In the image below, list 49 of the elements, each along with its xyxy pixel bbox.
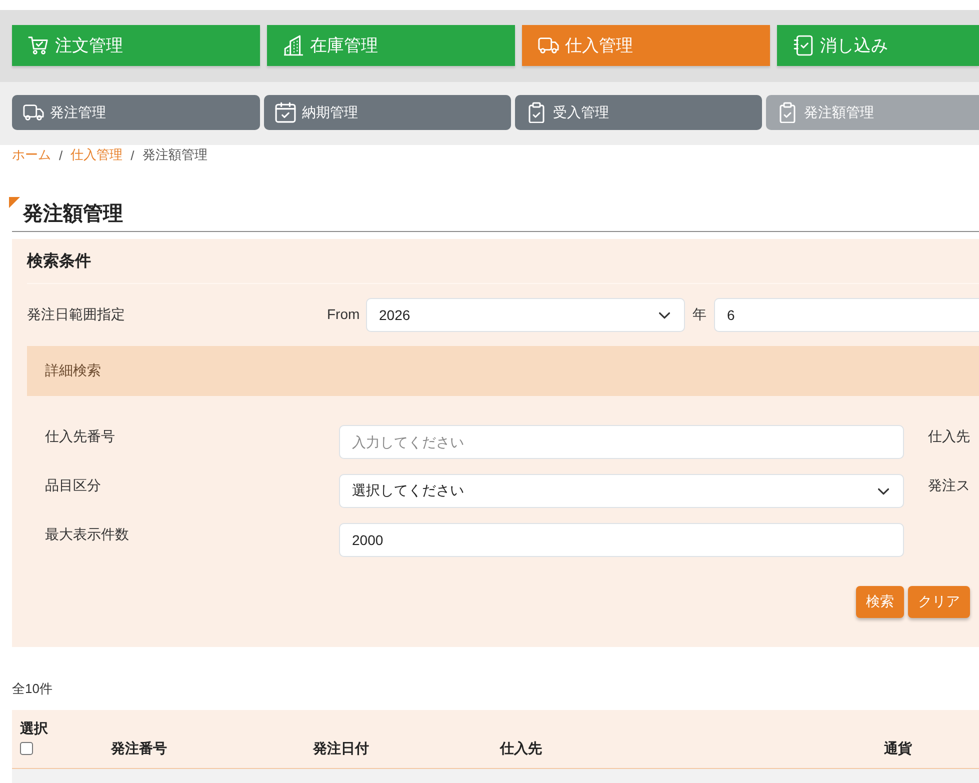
field-label: 最大表示件数: [45, 525, 129, 544]
corner-triangle-icon: [9, 197, 20, 208]
sub-nav-tab[interactable]: 発注管理: [12, 95, 260, 130]
nav-tab[interactable]: 注文管理: [12, 25, 260, 66]
panel-title: 検索条件: [27, 251, 91, 272]
calendar-check-icon: [275, 102, 296, 123]
from-label: From: [327, 306, 360, 322]
truck-icon: [538, 35, 559, 56]
page-title: 発注額管理: [23, 202, 123, 227]
nav-tab[interactable]: 仕入管理: [522, 25, 770, 66]
truck-icon: [23, 102, 44, 123]
field-label: 発注日範囲指定: [27, 306, 125, 322]
clipboard-check-icon: [777, 102, 798, 123]
nav-tab[interactable]: 消し込み: [777, 25, 979, 66]
breadcrumb-link[interactable]: ホーム: [12, 146, 51, 164]
clipboard-check-icon: [526, 102, 547, 123]
sub-nav-tab[interactable]: 受入管理: [515, 95, 762, 130]
action-button[interactable]: クリア: [908, 586, 970, 618]
chevron-down-icon: [878, 488, 889, 494]
column-header: 発注日付: [313, 739, 369, 757]
field-label: 品目区分: [45, 476, 101, 495]
sub-nav-tab[interactable]: 納期管理: [264, 95, 511, 130]
breadcrumb-separator: /: [130, 148, 134, 162]
dropdown-select[interactable]: 選択してください: [339, 474, 904, 508]
field-label: 仕入先: [928, 427, 970, 446]
breadcrumb-current: 発注額管理: [142, 146, 208, 164]
column-header: 仕入先: [500, 739, 542, 757]
text-input[interactable]: 2000: [339, 523, 904, 557]
action-button[interactable]: 検索: [856, 586, 904, 618]
detail-search-toggle[interactable]: 詳細検索: [27, 346, 979, 396]
field-label: 仕入先番号: [45, 427, 115, 446]
select-all-checkbox[interactable]: [20, 742, 33, 755]
month-input[interactable]: 6: [714, 298, 979, 332]
column-header: 発注番号: [111, 739, 167, 757]
chevron-down-icon: [659, 312, 670, 318]
breadcrumb-separator: /: [59, 148, 63, 162]
sub-nav-tab[interactable]: 発注額管理: [766, 95, 979, 130]
breadcrumb-link[interactable]: 仕入管理: [70, 146, 123, 164]
year-select[interactable]: 2026: [366, 298, 685, 332]
column-header: 選択: [20, 719, 48, 737]
year-unit-label: 年: [692, 306, 706, 324]
building-icon: [283, 35, 304, 56]
checklist-icon: [793, 35, 814, 56]
field-label: 発注ス: [928, 476, 970, 495]
nav-tab[interactable]: 在庫管理: [267, 25, 515, 66]
cart-icon: [28, 35, 49, 56]
column-header: 通貨: [884, 739, 912, 757]
text-input[interactable]: 入力してください: [339, 425, 904, 459]
result-count: 全10件: [12, 680, 52, 698]
